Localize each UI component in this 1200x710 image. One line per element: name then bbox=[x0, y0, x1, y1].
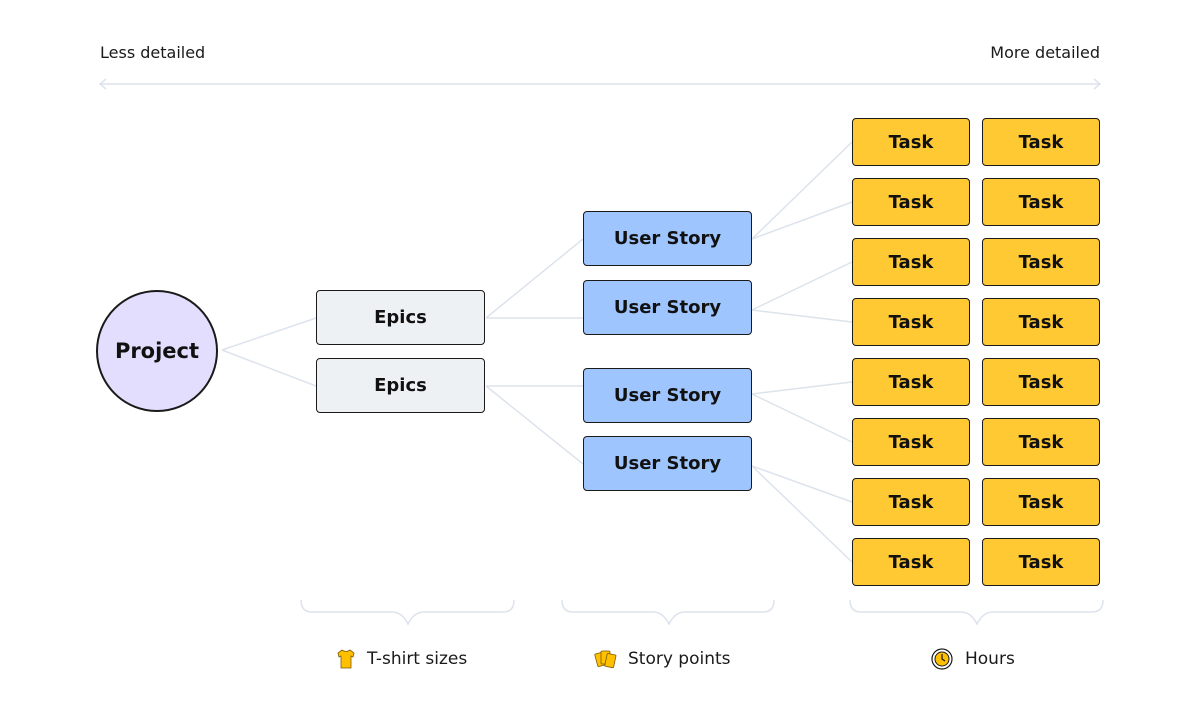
connector bbox=[751, 261, 853, 311]
connector bbox=[485, 238, 584, 319]
task-node: Task bbox=[982, 538, 1100, 586]
task-node: Task bbox=[852, 478, 970, 526]
task-node: Task bbox=[852, 358, 970, 406]
user-story-node: User Story bbox=[583, 280, 752, 335]
user-story-node: User Story bbox=[583, 436, 752, 491]
legend-label: Hours bbox=[965, 649, 1015, 669]
task-node: Task bbox=[852, 118, 970, 166]
brace-story-points bbox=[561, 599, 775, 626]
connector bbox=[221, 349, 317, 387]
user-story-node: User Story bbox=[583, 368, 752, 423]
task-node: Task bbox=[852, 538, 970, 586]
connector bbox=[221, 317, 317, 351]
legend-label: Story points bbox=[628, 649, 731, 669]
estimation-hierarchy-diagram: Less detailed More detailed Project Epic… bbox=[0, 0, 1200, 710]
user-story-node: User Story bbox=[583, 211, 752, 266]
connector bbox=[751, 141, 853, 240]
epic-node: Epics bbox=[316, 290, 485, 345]
task-node: Task bbox=[852, 298, 970, 346]
legend-hours: Hours bbox=[931, 648, 1015, 670]
task-node: Task bbox=[852, 178, 970, 226]
connector bbox=[751, 201, 853, 240]
detail-scale-arrow bbox=[98, 78, 1102, 90]
epic-node: Epics bbox=[316, 358, 485, 413]
brace-tshirt bbox=[300, 599, 515, 626]
cards-icon bbox=[594, 650, 617, 669]
task-node: Task bbox=[852, 238, 970, 286]
project-node: Project bbox=[96, 290, 218, 412]
task-node: Task bbox=[982, 478, 1100, 526]
task-node: Task bbox=[982, 238, 1100, 286]
connector bbox=[751, 465, 853, 563]
task-node: Task bbox=[982, 298, 1100, 346]
stopwatch-icon bbox=[931, 648, 953, 670]
connector bbox=[751, 381, 853, 395]
task-node: Task bbox=[982, 358, 1100, 406]
tshirt-icon bbox=[337, 649, 355, 669]
legend-tshirt-sizes: T-shirt sizes bbox=[335, 648, 467, 670]
legend-label: T-shirt sizes bbox=[367, 649, 468, 669]
legend-story-points: Story points bbox=[594, 648, 731, 670]
connector bbox=[485, 385, 584, 465]
task-node: Task bbox=[982, 178, 1100, 226]
connector bbox=[751, 393, 853, 443]
task-node: Task bbox=[982, 118, 1100, 166]
task-node: Task bbox=[982, 418, 1100, 466]
connector bbox=[751, 309, 853, 323]
connector bbox=[751, 465, 853, 503]
task-node: Task bbox=[852, 418, 970, 466]
brace-hours bbox=[849, 599, 1104, 626]
